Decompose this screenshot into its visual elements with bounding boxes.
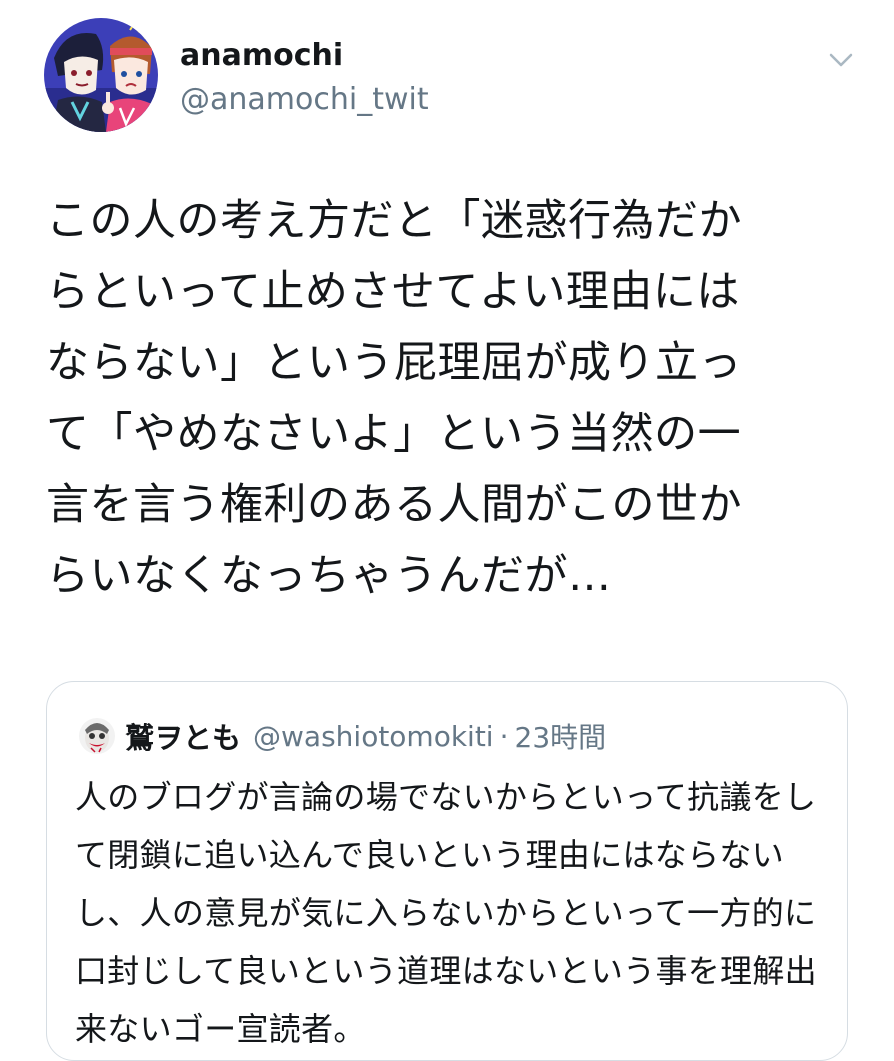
author-handle[interactable]: @anamochi_twit	[180, 80, 429, 120]
tweet-text-line: て「やめなさいよ」という当然の一	[46, 409, 742, 459]
quoted-display-name[interactable]: 鷲ヲとも	[125, 715, 241, 757]
quoted-text-line: て閉鎖に追い込んで良いという理由にはならない	[75, 836, 785, 874]
quoted-timestamp[interactable]: 23時間	[515, 716, 607, 756]
quoted-tweet-text: 人のブログが言論の場でないからといって抗議をし て閉鎖に追い込んで良いという理由…	[75, 768, 825, 1058]
tweet-text-line: ならない」という屁理屈が成り立っ	[46, 338, 742, 388]
profile-avatar-illustration	[44, 18, 158, 132]
quoted-text-line: し、人の意見が気に入らないからといって一方的に	[75, 894, 817, 932]
quoted-avatar-clown[interactable]	[79, 718, 115, 754]
tweet-text-line: らいなくなっちゃうんだが…	[46, 551, 612, 601]
author-avatar[interactable]	[44, 18, 158, 132]
quoted-tweet-header: 鷲ヲとも @washiotomokiti · 23時間	[79, 716, 606, 756]
tweet-text: この人の考え方だと「迷惑行為だか らといって止めさせてよい理由には ならない」と…	[46, 186, 846, 612]
tweet-text-line: この人の考え方だと「迷惑行為だか	[46, 196, 742, 246]
separator-dot: ·	[499, 719, 509, 753]
chevron-down-icon[interactable]	[826, 48, 856, 72]
quoted-tweet-card[interactable]: 鷲ヲとも @washiotomokiti · 23時間 人のブログが言論の場でな…	[46, 681, 848, 1061]
quoted-text-line: 人のブログが言論の場でないからといって抗議をし	[75, 778, 817, 816]
quoted-text-line: 口封じして良いという道理はないという事を理解出	[75, 952, 817, 990]
author-display-name[interactable]: anamochi	[180, 36, 343, 76]
tweet-text-line: らといって止めさせてよい理由には	[46, 267, 740, 317]
tweet-text-line: 言を言う権利のある人間がこの世か	[46, 480, 742, 530]
quoted-handle[interactable]: @washiotomokiti	[253, 720, 494, 753]
tweet-header: anamochi @anamochi_twit	[0, 0, 894, 150]
quoted-text-line: 来ないゴー宣読者。	[75, 1010, 366, 1048]
